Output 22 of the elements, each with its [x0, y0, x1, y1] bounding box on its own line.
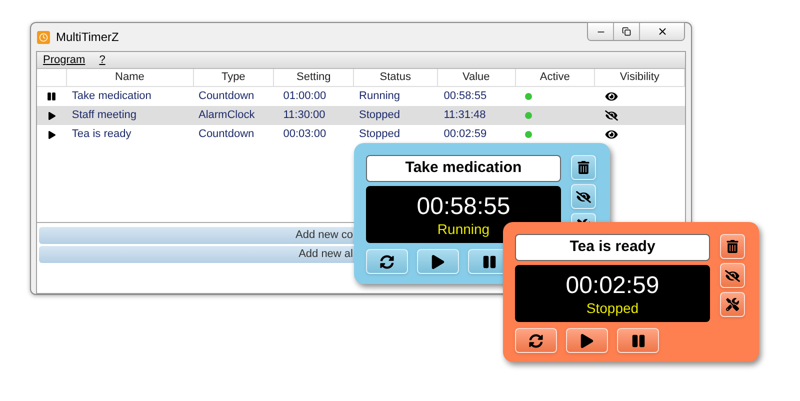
table-cell-text: Stopped [358, 127, 401, 142]
timer-name: Tea is ready [515, 234, 710, 261]
table-cell-text: Tea is ready [70, 127, 132, 142]
table-cell-text: 11:31:48 [442, 108, 487, 124]
table-cell-text: 11:30:00 [282, 108, 326, 124]
table-cell-text: AlarmClock [198, 108, 256, 124]
table-cell-text: Take medication [70, 89, 152, 104]
table-cell-text: Countdown [198, 127, 256, 142]
timer-name: Take medication [366, 155, 561, 182]
table-cell-text: Running [358, 89, 401, 104]
table-cell-text: 00:03:00 [282, 127, 328, 142]
window-title: MultiTimerZ [56, 29, 119, 46]
timer-time: 00:02:59 [566, 272, 660, 300]
table-cell-text: 01:00:00 [282, 89, 328, 104]
timer-status: Stopped [586, 300, 639, 316]
table-cell-text: Countdown [198, 89, 256, 104]
table-cell-text: 00:02:59 [442, 127, 488, 142]
table-cell-text: Stopped [358, 108, 401, 124]
table-cell-text: Staff meeting [70, 108, 138, 124]
table-cell-text: 00:58:55 [442, 89, 488, 104]
timer-status: Running [437, 220, 490, 236]
timer-time: 00:58:55 [416, 192, 510, 220]
